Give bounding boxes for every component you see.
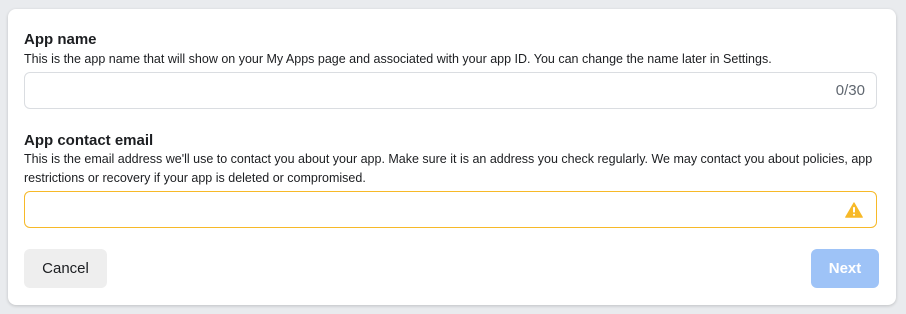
app-contact-email-title: App contact email	[24, 132, 154, 149]
cancel-button[interactable]: Cancel	[24, 249, 107, 288]
app-name-title: App name	[24, 31, 97, 48]
app-contact-email-description: This is the email address we'll use to c…	[24, 152, 873, 185]
app-name-field[interactable]: 0/30	[24, 72, 877, 109]
warning-icon	[845, 202, 863, 218]
next-button[interactable]: Next	[811, 249, 879, 288]
app-contact-email-field[interactable]	[24, 191, 877, 228]
app-name-description: This is the app name that will show on y…	[24, 52, 772, 66]
app-contact-email-input[interactable]	[25, 192, 805, 227]
app-name-char-counter: 0/30	[835, 82, 865, 99]
create-app-form-card: App name This is the app name that will …	[8, 9, 896, 305]
app-name-input[interactable]	[25, 73, 805, 108]
